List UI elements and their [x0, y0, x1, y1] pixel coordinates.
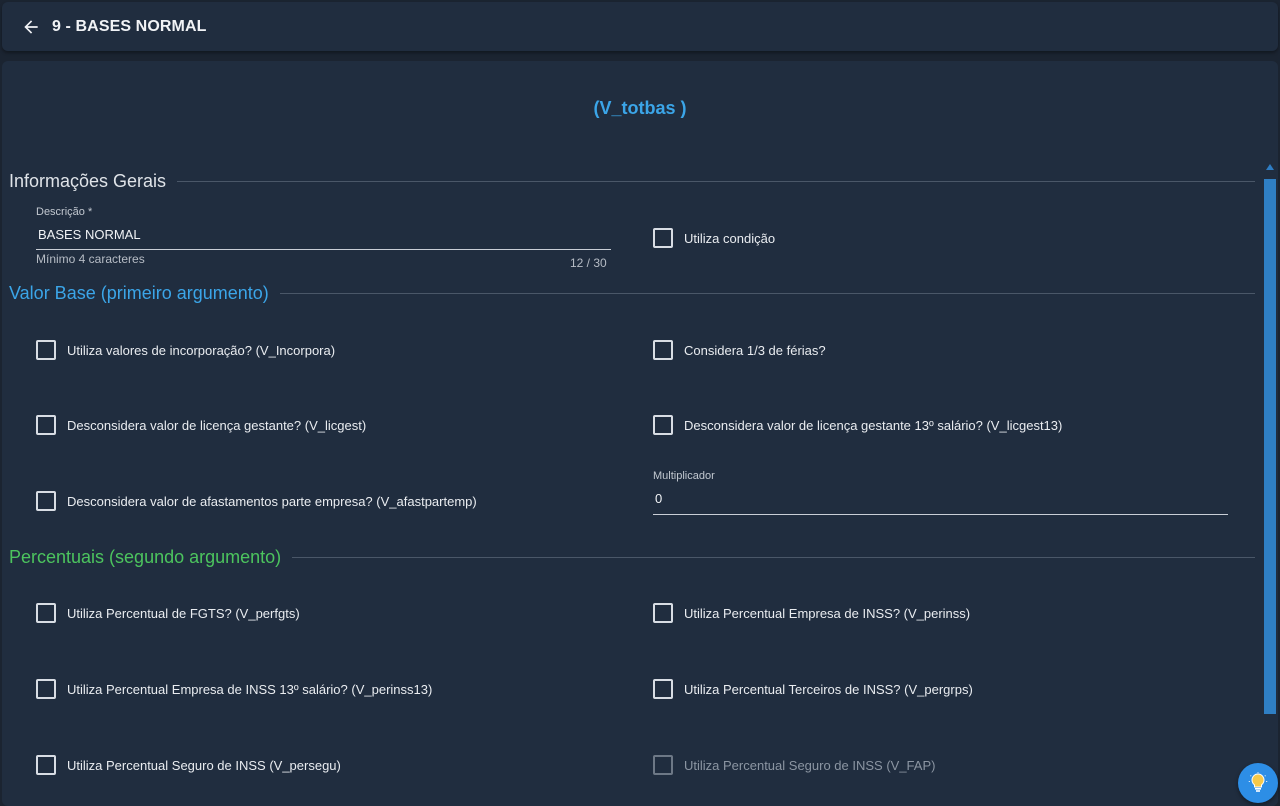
licgest13-checkbox[interactable]: Desconsidera valor de licença gestante 1…	[653, 415, 1062, 435]
description-hint: Mínimo 4 caracteres	[36, 252, 145, 266]
description-input[interactable]: BASES NORMAL	[38, 227, 611, 242]
checkbox-box[interactable]	[36, 491, 56, 511]
page-title: 9 - BASES NORMAL	[52, 17, 207, 35]
app-header: 9 - BASES NORMAL	[2, 2, 1278, 51]
section-base-value-label: Valor Base (primeiro argumento)	[9, 283, 269, 303]
scroll-up-arrow[interactable]	[1266, 164, 1274, 170]
use-condition-checkbox[interactable]: Utiliza condição	[653, 228, 775, 248]
checkbox-label: Desconsidera valor de licença gestante? …	[67, 417, 367, 433]
checkbox-box[interactable]	[653, 228, 673, 248]
checkbox-box[interactable]	[36, 679, 56, 699]
checkbox-label: Considera 1/3 de férias?	[684, 342, 826, 358]
fap-checkbox: Utiliza Percentual Seguro de INSS (V_FAP…	[653, 755, 935, 775]
multiplier-label: Multiplicador	[653, 470, 715, 482]
licgest-checkbox[interactable]: Desconsidera valor de licença gestante? …	[36, 415, 366, 435]
incorpora-checkbox[interactable]: Utiliza valores de incorporação? (V_Inco…	[36, 340, 335, 360]
checkbox-box[interactable]	[653, 340, 673, 360]
description-counter: 12 / 30	[570, 256, 607, 270]
checkbox-box[interactable]	[36, 603, 56, 623]
checkbox-box[interactable]	[653, 603, 673, 623]
description-label: Descrição *	[36, 206, 93, 218]
checkbox-box[interactable]	[653, 679, 673, 699]
perinss13-checkbox[interactable]: Utiliza Percentual Empresa de INSS 13º s…	[36, 679, 432, 699]
lightbulb-icon	[1248, 772, 1268, 792]
section-general-label: Informações Gerais	[9, 171, 167, 191]
perinss-checkbox[interactable]: Utiliza Percentual Empresa de INSS? (V_p…	[653, 603, 970, 623]
checkbox-label: Utiliza Percentual de FGTS? (V_perfgts)	[67, 605, 300, 621]
checkbox-box[interactable]	[36, 415, 56, 435]
section-percentages-header: Percentuais (segundo argumento)	[9, 547, 1255, 568]
checkbox-label: Utiliza Percentual Empresa de INSS 13º s…	[67, 681, 433, 697]
checkbox-label: Utiliza condição	[684, 230, 776, 246]
checkbox-label: Utiliza Percentual Empresa de INSS? (V_p…	[684, 605, 971, 621]
description-field[interactable]: Descrição * BASES NORMAL	[36, 206, 611, 251]
section-divider	[177, 181, 1255, 182]
section-divider	[292, 557, 1255, 558]
checkbox-label: Desconsidera valor de licença gestante 1…	[684, 417, 1063, 433]
arrow-left-icon	[24, 19, 38, 34]
afastpartemp-checkbox[interactable]: Desconsidera valor de afastamentos parte…	[36, 491, 477, 511]
persegu-checkbox[interactable]: Utiliza Percentual Seguro de INSS (V_per…	[36, 755, 341, 775]
help-button[interactable]	[1238, 763, 1278, 803]
form-card: (V_totbas ) Informações Gerais Descrição…	[2, 61, 1278, 806]
checkbox-box[interactable]	[36, 755, 56, 775]
checkbox-box	[653, 755, 673, 775]
section-divider	[279, 293, 1255, 294]
section-percentages-label: Percentuais (segundo argumento)	[9, 547, 282, 567]
checkbox-label: Utiliza valores de incorporação? (V_Inco…	[67, 342, 336, 358]
multiplier-input[interactable]: 0	[655, 491, 1228, 506]
checkbox-box[interactable]	[653, 415, 673, 435]
checkbox-box[interactable]	[36, 340, 56, 360]
section-general-header: Informações Gerais	[9, 171, 1255, 192]
ferias-third-checkbox[interactable]: Considera 1/3 de férias?	[653, 340, 826, 360]
checkbox-label: Utiliza Percentual Seguro de INSS (V_per…	[67, 757, 341, 773]
checkbox-label: Desconsidera valor de afastamentos parte…	[67, 493, 477, 509]
checkbox-label: Utiliza Percentual Seguro de INSS (V_FAP…	[684, 757, 936, 773]
checkbox-label: Utiliza Percentual Terceiros de INSS? (V…	[684, 681, 973, 697]
back-button[interactable]	[19, 15, 43, 39]
vertical-scrollbar[interactable]	[1263, 162, 1278, 806]
pergrps-checkbox[interactable]: Utiliza Percentual Terceiros de INSS? (V…	[653, 679, 973, 699]
multiplier-field[interactable]: Multiplicador 0	[653, 470, 1228, 515]
description-underline	[36, 249, 611, 250]
perfgts-checkbox[interactable]: Utiliza Percentual de FGTS? (V_perfgts)	[36, 603, 300, 623]
multiplier-underline	[653, 514, 1228, 515]
section-base-value-header: Valor Base (primeiro argumento)	[9, 283, 1255, 304]
scroll-thumb[interactable]	[1264, 179, 1276, 714]
variable-title: (V_totbas )	[593, 98, 687, 118]
